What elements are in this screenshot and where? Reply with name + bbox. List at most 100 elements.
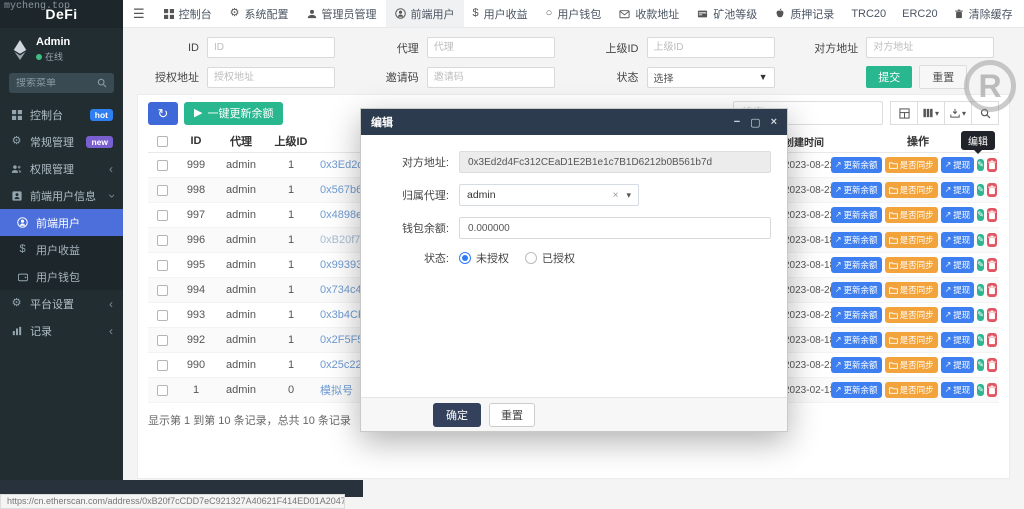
delete-button[interactable] bbox=[987, 183, 997, 197]
address-link[interactable]: 模拟号 bbox=[320, 385, 353, 397]
topnav-item[interactable]: 矿池等级 bbox=[688, 0, 766, 27]
filter-input-代理[interactable] bbox=[427, 37, 555, 58]
edit-button[interactable]: ✎ bbox=[977, 384, 984, 396]
filter-input-对方地址[interactable] bbox=[866, 37, 994, 58]
column-header-ID[interactable]: ID bbox=[176, 135, 216, 147]
bulk-update-balance-button[interactable]: ▶一键更新余额 bbox=[184, 102, 283, 125]
row-checkbox[interactable] bbox=[157, 160, 168, 171]
update-balance-button[interactable]: ↗更新余额 bbox=[831, 357, 882, 373]
sync-toggle-button[interactable]: 是否同步 bbox=[885, 232, 938, 248]
sidebar-item-平台设置[interactable]: ⚙平台设置‹ bbox=[0, 290, 123, 317]
modal-reset-button[interactable]: 重置 bbox=[489, 403, 535, 427]
sync-toggle-button[interactable]: 是否同步 bbox=[885, 257, 938, 273]
delete-button[interactable] bbox=[987, 308, 997, 322]
update-balance-button[interactable]: ↗更新余额 bbox=[831, 257, 882, 273]
edit-button[interactable]: ✎ bbox=[977, 234, 984, 246]
row-checkbox[interactable] bbox=[157, 360, 168, 371]
edit-button[interactable]: ✎ bbox=[977, 184, 984, 196]
row-checkbox[interactable] bbox=[157, 310, 168, 321]
topnav-right-item[interactable]: ERC20 bbox=[894, 8, 945, 20]
sync-toggle-button[interactable]: 是否同步 bbox=[885, 207, 938, 223]
update-balance-button[interactable]: ↗更新余额 bbox=[831, 332, 882, 348]
withdraw-button[interactable]: ↗提现 bbox=[941, 332, 975, 348]
delete-button[interactable] bbox=[987, 258, 997, 272]
column-header-代理[interactable]: 代理 bbox=[216, 133, 266, 149]
row-checkbox[interactable] bbox=[157, 335, 168, 346]
columns-button[interactable]: ▾ bbox=[917, 101, 945, 125]
delete-button[interactable] bbox=[987, 158, 997, 172]
edit-button[interactable]: ✎ bbox=[977, 259, 984, 271]
topnav-right-item[interactable] bbox=[1021, 9, 1024, 19]
withdraw-button[interactable]: ↗提现 bbox=[941, 382, 975, 398]
update-balance-button[interactable]: ↗更新余额 bbox=[831, 182, 882, 198]
withdraw-button[interactable]: ↗提现 bbox=[941, 207, 975, 223]
close-icon[interactable]: × bbox=[771, 116, 777, 129]
withdraw-button[interactable]: ↗提现 bbox=[941, 307, 975, 323]
confirm-button[interactable]: 确定 bbox=[433, 403, 481, 427]
filter-input-授权地址[interactable] bbox=[207, 67, 335, 88]
topnav-item[interactable]: $用户收益 bbox=[464, 0, 537, 27]
filter-input-上级ID[interactable] bbox=[647, 37, 775, 58]
withdraw-button[interactable]: ↗提现 bbox=[941, 282, 975, 298]
refresh-button[interactable]: ↻ bbox=[148, 102, 178, 125]
topnav-right-item[interactable]: 清除缓存 bbox=[946, 6, 1021, 22]
withdraw-button[interactable]: ↗提现 bbox=[941, 257, 975, 273]
sidebar-item-常规管理[interactable]: ⚙常规管理new bbox=[0, 128, 123, 155]
topnav-item[interactable]: 质押记录 bbox=[766, 0, 843, 27]
update-balance-button[interactable]: ↗更新余额 bbox=[831, 282, 882, 298]
row-checkbox[interactable] bbox=[157, 185, 168, 196]
sidebar-search[interactable] bbox=[9, 73, 114, 93]
sidebar-item-控制台[interactable]: 控制台hot bbox=[0, 101, 123, 128]
edit-button[interactable]: ✎ bbox=[977, 309, 984, 321]
radio-unauthorized[interactable]: 未授权 bbox=[459, 250, 509, 266]
filter-input-ID[interactable] bbox=[207, 37, 335, 58]
sync-toggle-button[interactable]: 是否同步 bbox=[885, 157, 938, 173]
update-balance-button[interactable]: ↗更新余额 bbox=[831, 157, 882, 173]
update-balance-button[interactable]: ↗更新余额 bbox=[831, 232, 882, 248]
export-button[interactable]: ▾ bbox=[944, 101, 972, 125]
withdraw-button[interactable]: ↗提现 bbox=[941, 357, 975, 373]
sidebar-item-前端用户信息[interactable]: 前端用户信息‹ bbox=[0, 182, 123, 209]
delete-button[interactable] bbox=[987, 233, 997, 247]
sidebar-toggle-icon[interactable]: ☰ bbox=[123, 6, 155, 22]
maximize-icon[interactable]: ▢ bbox=[750, 116, 760, 129]
sync-toggle-button[interactable]: 是否同步 bbox=[885, 282, 938, 298]
filter-input-邀请码[interactable] bbox=[427, 67, 555, 88]
status-select[interactable]: 选择▼ bbox=[647, 67, 775, 88]
minimize-icon[interactable]: − bbox=[734, 116, 740, 129]
radio-authorized[interactable]: 已授权 bbox=[525, 250, 575, 266]
edit-button[interactable]: ✎ bbox=[977, 209, 984, 221]
topnav-item[interactable]: 收款地址 bbox=[610, 0, 688, 27]
topnav-item[interactable]: ○用户钱包 bbox=[537, 0, 611, 27]
topnav-item[interactable]: 前端用户 bbox=[386, 0, 464, 27]
sidebar-item-前端用户[interactable]: 前端用户 bbox=[0, 209, 123, 236]
modal-header[interactable]: 编辑 − ▢ × bbox=[361, 109, 787, 135]
sync-toggle-button[interactable]: 是否同步 bbox=[885, 357, 938, 373]
edit-button[interactable]: ✎ bbox=[977, 334, 984, 346]
withdraw-button[interactable]: ↗提现 bbox=[941, 182, 975, 198]
sidebar-search-input[interactable] bbox=[16, 78, 97, 89]
balance-field[interactable] bbox=[459, 217, 771, 239]
edit-button[interactable]: ✎ bbox=[977, 284, 984, 296]
row-checkbox[interactable] bbox=[157, 235, 168, 246]
row-checkbox[interactable] bbox=[157, 385, 168, 396]
sidebar-item-用户钱包[interactable]: 用户钱包 bbox=[0, 263, 123, 290]
topnav-right-item[interactable]: TRC20 bbox=[843, 8, 894, 20]
delete-button[interactable] bbox=[987, 283, 997, 297]
sync-toggle-button[interactable]: 是否同步 bbox=[885, 332, 938, 348]
sidebar-item-权限管理[interactable]: 权限管理‹ bbox=[0, 155, 123, 182]
row-checkbox[interactable] bbox=[157, 260, 168, 271]
delete-button[interactable] bbox=[987, 208, 997, 222]
row-checkbox[interactable] bbox=[157, 210, 168, 221]
sync-toggle-button[interactable]: 是否同步 bbox=[885, 382, 938, 398]
reset-button[interactable]: 重置 bbox=[919, 65, 967, 89]
caret-down-icon[interactable]: ▾ bbox=[626, 190, 631, 201]
search-icon[interactable] bbox=[97, 78, 107, 88]
sync-toggle-button[interactable]: 是否同步 bbox=[885, 182, 938, 198]
edit-button[interactable]: ✎ bbox=[977, 159, 984, 171]
topnav-item[interactable]: ⚙系统配置 bbox=[221, 0, 298, 27]
delete-button[interactable] bbox=[987, 333, 997, 347]
topnav-item[interactable]: 管理员管理 bbox=[298, 0, 386, 27]
sidebar-item-用户收益[interactable]: $用户收益 bbox=[0, 236, 123, 263]
toggle-pagination-button[interactable] bbox=[890, 101, 918, 125]
